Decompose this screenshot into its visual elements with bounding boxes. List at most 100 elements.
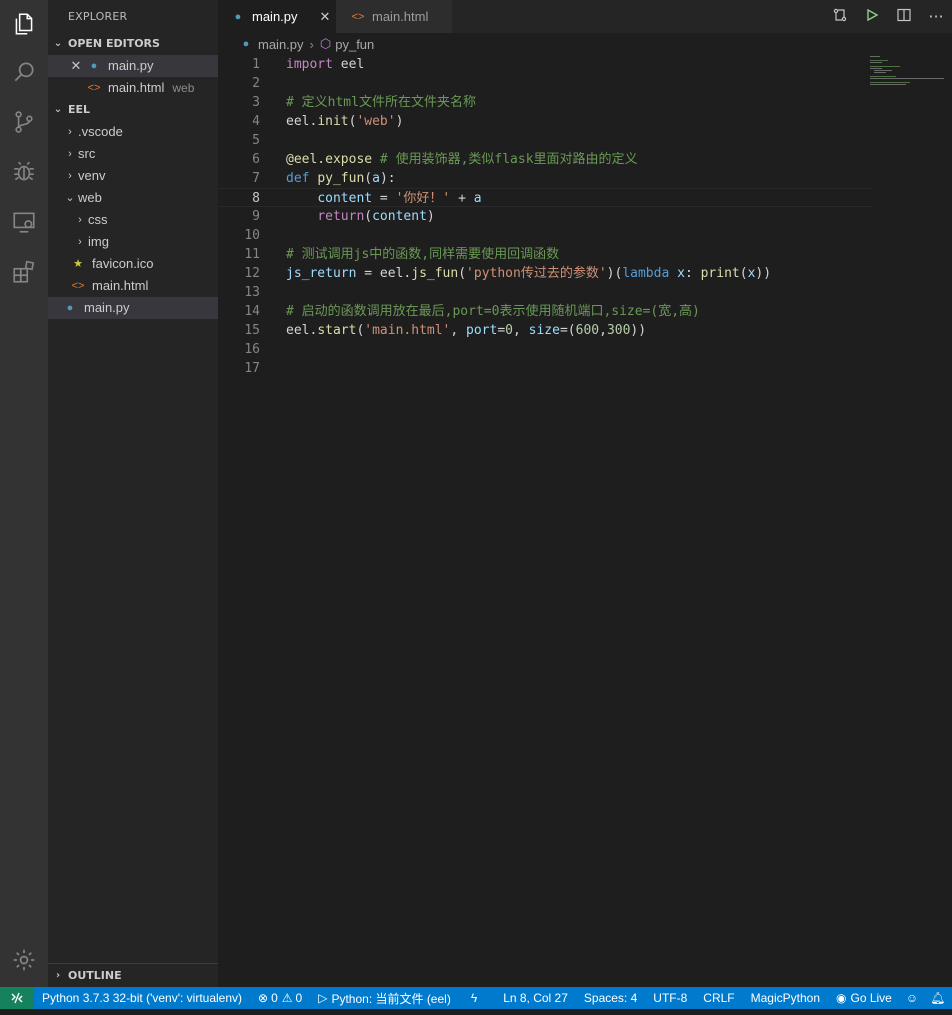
chevron-right-icon: ›: [68, 148, 72, 160]
chevron-down-icon: ⌄: [65, 192, 75, 204]
code-line: 9 return(content): [252, 209, 435, 224]
symbol-method-icon: ⬡: [319, 36, 332, 51]
code-comment: # 定义html文件所在文件夹名称: [286, 95, 476, 110]
chevron-right-icon: ›: [309, 36, 314, 52]
tree-folder[interactable]: › src: [48, 143, 218, 165]
chevron-right-icon: ›: [68, 126, 72, 138]
code-line: 5: [252, 133, 260, 148]
tree-file[interactable]: ● main.py: [48, 297, 218, 319]
open-editor-item[interactable]: <> main.html web: [48, 77, 218, 99]
favicon-star-icon: ★: [73, 258, 83, 270]
close-icon[interactable]: ✕: [68, 55, 84, 77]
search-icon[interactable]: [0, 48, 48, 96]
settings-gear-icon[interactable]: [0, 936, 48, 984]
python-file-icon: ●: [90, 60, 98, 72]
close-icon[interactable]: ✕: [320, 9, 331, 25]
window-bottom-edge: [0, 1009, 952, 1015]
encoding[interactable]: UTF-8: [645, 987, 695, 1009]
chevron-right-icon: ›: [78, 236, 82, 248]
cursor-position[interactable]: Ln 8, Col 27: [495, 987, 576, 1009]
tree-folder[interactable]: › img: [48, 231, 218, 253]
html-file-icon: <>: [71, 280, 85, 292]
end-of-line[interactable]: CRLF: [695, 987, 742, 1009]
extensions-icon[interactable]: [0, 248, 48, 296]
error-icon: ⊗: [258, 991, 269, 1005]
code-comment: # 启动的函数调用放在最后,port=0表示使用随机端口,size=(宽,高): [286, 304, 700, 319]
status-bar: Python 3.7.3 32-bit ('venv': virtualenv)…: [0, 987, 952, 1009]
problems-indicator[interactable]: ⊗ 0 ⚠ 0: [250, 987, 310, 1009]
debug-icon[interactable]: [0, 148, 48, 196]
feedback-smiley-icon[interactable]: ☺: [900, 987, 924, 1009]
python-file-icon: ●: [242, 38, 250, 50]
code-token: import: [286, 57, 333, 72]
code-line: 6 @eel.expose # 使用装饰器,类似flask里面对路由的定义: [252, 152, 638, 167]
activity-bar: [0, 0, 48, 987]
open-editor-item[interactable]: ✕ ● main.py: [48, 55, 218, 77]
code-line: 11 # 测试调用js中的函数,同样需要使用回调函数: [244, 247, 560, 262]
explorer-sidebar: EXPLORER ⌄ OPEN EDITORS ✕ ● main.py <> m…: [48, 0, 218, 987]
breadcrumb-symbol[interactable]: py_fun: [335, 37, 374, 52]
tab-main-html[interactable]: <> main.html: [336, 0, 452, 33]
open-editors-header[interactable]: ⌄ OPEN EDITORS: [48, 33, 218, 55]
outline-label: OUTLINE: [68, 969, 122, 982]
tree-folder[interactable]: › css: [48, 209, 218, 231]
python-file-icon: ●: [234, 10, 242, 23]
breadcrumb-file[interactable]: main.py: [258, 37, 304, 52]
language-mode[interactable]: MagicPython: [743, 987, 828, 1009]
folder-header[interactable]: ⌄ EEL: [48, 99, 218, 121]
run-configuration[interactable]: ▷ Python: 当前文件 (eel): [310, 987, 459, 1009]
python-file-icon: ●: [66, 302, 74, 314]
tree-file[interactable]: <> main.html: [48, 275, 218, 297]
chevron-right-icon: ›: [68, 170, 72, 182]
code-line: 1 import eel: [252, 57, 365, 72]
broadcast-icon: ◉: [836, 991, 847, 1005]
code-line: 10: [244, 228, 260, 243]
indentation[interactable]: Spaces: 4: [576, 987, 645, 1009]
code-line: 3 # 定义html文件所在文件夹名称: [252, 95, 476, 110]
warning-icon: ⚠: [281, 991, 293, 1005]
lightning-icon[interactable]: ϟ: [459, 987, 495, 1009]
notifications-bell-icon[interactable]: 🔔︎: [924, 987, 951, 1009]
tree-folder[interactable]: › .vscode: [48, 121, 218, 143]
code-editor[interactable]: 1 import eel 2 3 # 定义html文件所在文件夹名称 4 eel.in…: [218, 55, 952, 987]
tab-main-py[interactable]: ● main.py ✕: [218, 0, 336, 33]
code-line: 13: [244, 285, 260, 300]
remote-indicator[interactable]: [0, 987, 34, 1009]
html-file-icon: <>: [351, 10, 365, 23]
remote-icon: [11, 992, 23, 1004]
code-line: 16: [244, 342, 260, 357]
code-line: 7 def py_fun(a):: [252, 171, 396, 186]
chevron-down-icon: ⌄: [53, 104, 63, 115]
chevron-right-icon: ›: [55, 970, 61, 981]
play-icon: ▷: [318, 991, 328, 1005]
remote-explorer-icon[interactable]: [0, 198, 48, 246]
outline-section[interactable]: › OUTLINE: [48, 963, 218, 987]
chevron-down-icon: ⌄: [53, 38, 63, 49]
run-icon[interactable]: [856, 7, 888, 26]
editor-actions: ···: [824, 0, 952, 33]
editor-tabs: ● main.py ✕ <> main.html ···: [218, 0, 952, 33]
code-line: 2: [252, 76, 260, 91]
breadcrumb: ● main.py › ⬡ py_fun: [218, 33, 952, 55]
go-live-button[interactable]: ◉ Go Live: [828, 987, 900, 1009]
code-line: 12 js_return = eel.js_fun('python传过去的参数')…: [244, 266, 772, 281]
python-interpreter[interactable]: Python 3.7.3 32-bit ('venv': virtualenv): [34, 987, 250, 1009]
tree-folder[interactable]: ⌄ web: [48, 187, 218, 209]
code-line: 14 # 启动的函数调用放在最后,port=0表示使用随机端口,size=(宽,高…: [244, 304, 700, 319]
explorer-title: EXPLORER: [68, 10, 128, 23]
code-line: 17: [244, 361, 260, 376]
more-actions-icon[interactable]: ···: [920, 7, 952, 26]
minimap[interactable]: [868, 55, 944, 95]
html-file-icon: <>: [87, 82, 101, 94]
code-line: 4 eel.init('web'): [252, 114, 404, 129]
code-line: 15 eel.start('main.html', port=0, size=(6…: [244, 323, 647, 338]
compare-changes-icon[interactable]: [824, 7, 856, 27]
tree-folder[interactable]: › venv: [48, 165, 218, 187]
chevron-right-icon: ›: [78, 214, 82, 226]
explorer-icon[interactable]: [0, 0, 48, 48]
tree-file[interactable]: ★ favicon.ico: [48, 253, 218, 275]
source-control-icon[interactable]: [0, 98, 48, 146]
code-line-current: 8 content = '你好！' + a: [218, 188, 872, 207]
code-comment: # 测试调用js中的函数,同样需要使用回调函数: [286, 247, 560, 262]
split-editor-icon[interactable]: [888, 7, 920, 27]
